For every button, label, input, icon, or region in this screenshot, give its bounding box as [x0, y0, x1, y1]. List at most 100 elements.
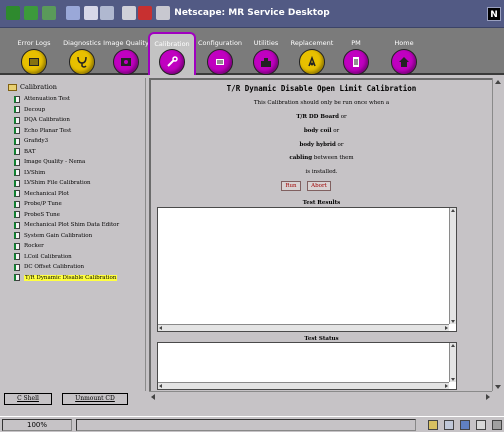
tree-root-label: Calibration [20, 83, 57, 91]
calibration-content: T/R Dynamic Disable Open Limit Calibrati… [149, 78, 492, 391]
page-vertical-scrollbar[interactable] [492, 78, 502, 391]
page-title: T/R Dynamic Disable Open Limit Calibrati… [226, 84, 417, 93]
component-name: cabling [289, 155, 313, 161]
tree-item-label: Grafidy3 [24, 138, 49, 145]
tree-item-system-gain-calibration[interactable]: System Gain Calibration [14, 231, 119, 242]
lock-icon[interactable] [428, 420, 438, 430]
status-bar: 100% [0, 416, 504, 432]
tree-item-lvshim[interactable]: LVShim [14, 168, 119, 179]
scroll-right-arrow-icon[interactable] [445, 326, 448, 330]
document-icon [14, 148, 20, 156]
tree-item-label: System Gain Calibration [24, 232, 93, 239]
scroll-right-arrow-icon[interactable] [445, 384, 448, 388]
tree-item-label: Rocker [24, 243, 44, 250]
tab-image-quality[interactable]: Image Quality [102, 30, 150, 75]
results-horizontal-scrollbar[interactable] [158, 324, 449, 331]
tree-item-probes-tune[interactable]: ProbeS Tune [14, 210, 119, 221]
status-horizontal-scrollbar[interactable] [158, 382, 449, 389]
tree-item-label: BAT [24, 148, 36, 155]
pm-icon [343, 49, 369, 75]
scroll-up-arrow-icon[interactable] [495, 80, 501, 84]
test-results-box[interactable] [157, 207, 457, 332]
scroll-left-arrow-icon[interactable] [159, 384, 162, 388]
scroll-up-arrow-icon[interactable] [451, 344, 455, 347]
folder-icon [8, 83, 17, 91]
scroll-down-arrow-icon[interactable] [451, 378, 455, 381]
status-vertical-scrollbar[interactable] [449, 343, 456, 382]
connector-text: or [338, 114, 347, 120]
document-icon [14, 127, 20, 135]
tab-utilities[interactable]: Utilities [242, 30, 290, 75]
tab-diagnostics[interactable]: Diagnostics [58, 30, 106, 75]
document-icon [14, 158, 20, 166]
abort-button[interactable]: Abort [307, 181, 331, 191]
tree-item-label: ProbeS Tune [24, 211, 60, 218]
tab-calibration[interactable]: Calibration [148, 32, 196, 75]
tree-item-lvshim-file-calibration[interactable]: LVShim File Calibration [14, 178, 119, 189]
tree-item-bat[interactable]: BAT [14, 147, 119, 158]
scroll-up-arrow-icon[interactable] [451, 209, 455, 212]
calibration-icon [159, 49, 185, 75]
instruction-line: body hybrid or [151, 142, 492, 148]
netscape-logo: N [487, 7, 501, 21]
tree-item-label: LCoil Calibration [24, 253, 72, 260]
tree-item-rocker[interactable]: Rocker [14, 241, 119, 252]
document-icon [14, 137, 20, 145]
scroll-left-arrow-icon[interactable] [159, 326, 162, 330]
tree-item-dc-offset-calibration[interactable]: DC Offset Calibration [14, 262, 119, 273]
document-icon [14, 263, 20, 271]
tab-configuration[interactable]: Configuration [196, 30, 244, 75]
results-vertical-scrollbar[interactable] [449, 208, 456, 324]
tree-item-tr-dynamic-disable-calibration[interactable]: T/R Dynamic Disable Calibration [14, 273, 119, 284]
mail-icon[interactable] [444, 420, 454, 430]
tab-label: Utilities [253, 39, 279, 47]
tab-home[interactable]: Home [380, 30, 428, 75]
document-icon [14, 200, 20, 208]
tree-item-label: DQA Calibration [24, 117, 70, 124]
tree-item-dqa-calibration[interactable]: DQA Calibration [14, 115, 119, 126]
document-icon [14, 253, 20, 261]
tree-item-mechanical-plot[interactable]: Mechanical Plot [14, 189, 119, 200]
tree-item-echo-planar-test[interactable]: Echo Planar Test [14, 126, 119, 137]
tree-item-label: DC Offset Calibration [24, 264, 85, 271]
tree-item-mechanical-plot-shim-data-editor[interactable]: Mechanical Plot Shim Data Editor [14, 220, 119, 231]
home-icon [391, 49, 417, 75]
tree-item-label: Decoup [24, 106, 46, 113]
unmount-cd-button[interactable]: Unmount CD [62, 393, 128, 405]
tree-item-grafidy3[interactable]: Grafidy3 [14, 136, 119, 147]
tree-item-probe-p-tune[interactable]: Probe/P Tune [14, 199, 119, 210]
calibration-tree-panel: Calibration Attenuation Test Decoup DQA … [2, 78, 146, 391]
connector-text: or [331, 128, 340, 134]
composer-icon[interactable] [476, 420, 486, 430]
tree-item-label: Image Quality - Nema [24, 159, 86, 166]
tab-error-logs[interactable]: Error Logs [10, 30, 58, 75]
tab-replacement[interactable]: Replacement [288, 30, 336, 75]
news-icon[interactable] [460, 420, 470, 430]
run-button[interactable]: Run [281, 181, 301, 191]
document-icon [14, 169, 20, 177]
instruction-line: cabling between them [151, 155, 492, 161]
scroll-right-arrow-icon[interactable] [486, 394, 490, 400]
scroll-down-arrow-icon[interactable] [451, 320, 455, 323]
document-icon [14, 221, 20, 229]
instruction-line: is installed. [305, 169, 338, 175]
tree-item-lcoil-calibration[interactable]: LCoil Calibration [14, 252, 119, 263]
test-status-box[interactable] [157, 342, 457, 390]
scroll-down-arrow-icon[interactable] [495, 385, 501, 389]
connector-text: between them [312, 155, 354, 161]
document-icon [14, 106, 20, 114]
image-quality-icon [113, 49, 139, 75]
c-shell-button[interactable]: C Shell [4, 393, 52, 405]
tree-item-image-quality-nema[interactable]: Image Quality - Nema [14, 157, 119, 168]
tree-item-attenuation-test[interactable]: Attenuation Test [14, 94, 119, 105]
scroll-left-arrow-icon[interactable] [151, 394, 155, 400]
tree-root[interactable]: Calibration [8, 83, 57, 91]
tree-item-decoup[interactable]: Decoup [14, 105, 119, 116]
tab-pm[interactable]: PM [332, 30, 380, 75]
instruction-line: T/R DD Board or [151, 114, 492, 120]
tree-item-label: Mechanical Plot [24, 190, 69, 197]
page-horizontal-scrollbar[interactable] [149, 391, 492, 401]
tab-label: PM [351, 39, 361, 47]
window-title: Netscape: MR Service Desktop [174, 8, 330, 18]
utilities-icon [253, 49, 279, 75]
